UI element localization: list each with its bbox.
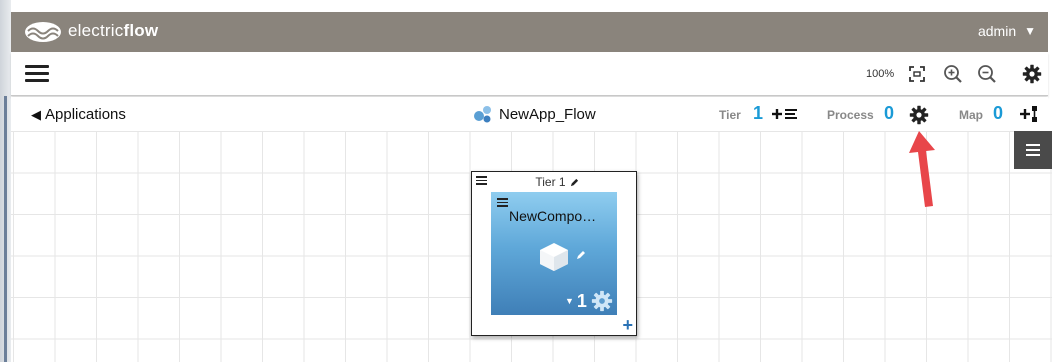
process-count-label: Process — [827, 108, 874, 122]
tier-title: Tier 1 — [472, 175, 636, 189]
cube-icon — [540, 243, 568, 271]
hamburger-icon-bar — [497, 198, 508, 200]
user-menu[interactable]: admin ▼ — [978, 23, 1036, 39]
annotation-arrow-icon — [909, 131, 935, 207]
hamburger-icon-bar — [497, 201, 508, 204]
instance-count-value: 1 — [576, 290, 587, 311]
map-count-label: Map — [959, 108, 983, 122]
side-panel-menu-button[interactable] — [1014, 131, 1052, 169]
hamburger-icon-bar — [497, 205, 508, 207]
application-title: NewApp_Flow — [473, 105, 596, 123]
top-bar: electricflow admin ▼ — [11, 12, 1048, 52]
brand-name-light: electric — [68, 21, 124, 40]
component-gear-icon[interactable] — [591, 290, 613, 312]
edit-pencil-icon[interactable] — [576, 250, 586, 260]
tier-count-value: 1 — [753, 103, 764, 123]
brand-name-bold: flow — [123, 21, 159, 40]
application-header: ◀ Applications NewApp_Flow Tier 1 Proces… — [11, 97, 1048, 131]
zoom-in-icon[interactable] — [943, 64, 963, 84]
add-tier-icon[interactable] — [771, 105, 799, 123]
tier-name: Tier 1 — [535, 175, 566, 189]
cloud-logo-icon — [25, 22, 61, 42]
zoom-level: 100% — [866, 68, 895, 80]
component-instance-count[interactable]: ▼ 1 — [565, 290, 613, 312]
edit-pencil-icon[interactable] — [570, 178, 579, 187]
user-name: admin — [977, 23, 1017, 39]
hamburger-icon-bar — [25, 65, 49, 68]
caret-down-icon: ▼ — [565, 296, 574, 306]
application-canvas-screen: electricflow admin ▼ 100% ◀ Applications… — [0, 0, 1052, 362]
application-icon — [474, 106, 491, 123]
hamburger-icon-bar — [1026, 154, 1040, 156]
brand-name: electricflow — [68, 21, 158, 41]
add-component-plus-icon[interactable]: + — [622, 316, 633, 334]
hamburger-icon-bar — [1026, 149, 1040, 151]
electricflow-logo[interactable]: electricflow — [23, 19, 158, 43]
tier-box[interactable]: Tier 1 NewCompo… ▼ 1 + — [471, 171, 637, 336]
main-toolbar: 100% — [11, 52, 1048, 96]
window-left-edge — [0, 0, 11, 362]
fit-to-screen-icon[interactable] — [907, 64, 927, 84]
component-menu-icon[interactable] — [497, 198, 508, 207]
process-settings-gear-icon[interactable] — [909, 105, 929, 125]
gear-icon[interactable] — [1022, 64, 1042, 84]
hamburger-icon-bar — [1026, 144, 1040, 146]
map-count-value: 0 — [993, 103, 1004, 123]
back-arrow-icon: ◀ — [31, 106, 41, 122]
main-menu-button[interactable] — [25, 65, 49, 83]
window-edge-stripe — [4, 96, 7, 362]
tier-count-label: Tier — [719, 108, 741, 122]
hamburger-icon-bar — [25, 79, 49, 82]
component-name: NewCompo… — [509, 208, 597, 224]
chevron-down-icon: ▼ — [1024, 24, 1036, 38]
application-name: NewApp_Flow — [499, 105, 596, 123]
zoom-out-icon[interactable] — [977, 64, 997, 84]
back-to-applications-link[interactable]: ◀ Applications — [31, 106, 126, 123]
back-link-label: Applications — [45, 106, 126, 123]
process-count-value: 0 — [884, 103, 895, 123]
add-map-icon[interactable] — [1019, 105, 1039, 123]
hamburger-icon-bar — [25, 72, 49, 75]
component-tile[interactable]: NewCompo… ▼ 1 — [491, 192, 617, 315]
